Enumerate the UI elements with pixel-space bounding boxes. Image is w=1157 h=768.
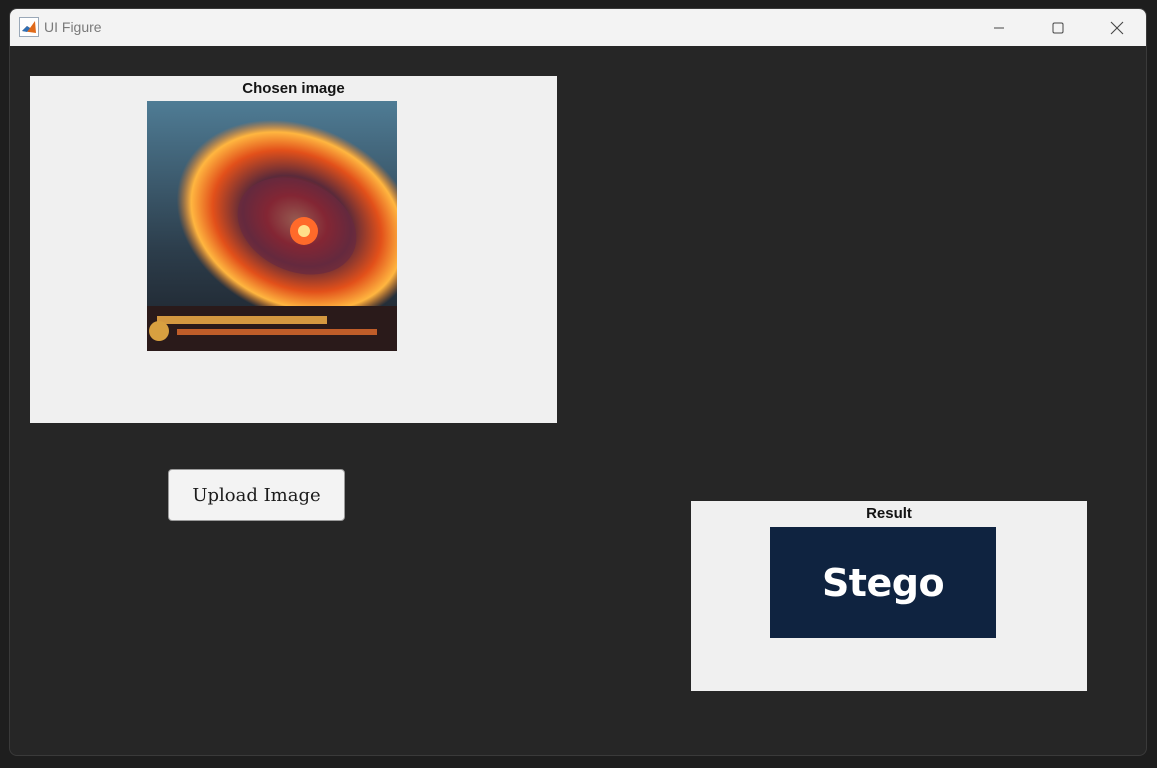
matlab-icon xyxy=(19,17,39,37)
minimize-icon xyxy=(994,27,1004,28)
close-button[interactable] xyxy=(1088,9,1146,46)
chosen-image xyxy=(147,101,397,351)
maximize-button[interactable] xyxy=(1029,9,1087,46)
upload-image-button[interactable]: Upload Image xyxy=(168,469,345,521)
chosen-image-title: Chosen image xyxy=(242,80,345,97)
result-image: Stego xyxy=(770,527,996,638)
title-bar[interactable]: UI Figure xyxy=(10,9,1146,46)
result-title: Result xyxy=(866,505,912,522)
minimize-button[interactable] xyxy=(970,9,1028,46)
close-icon xyxy=(1110,21,1124,34)
maximize-icon xyxy=(1052,22,1064,33)
result-panel: Result Stego xyxy=(691,501,1087,691)
app-window: UI Figure Chosen image Upload Image Resu… xyxy=(9,8,1147,756)
window-title: UI Figure xyxy=(44,19,102,35)
chosen-image-panel: Chosen image xyxy=(30,76,557,423)
